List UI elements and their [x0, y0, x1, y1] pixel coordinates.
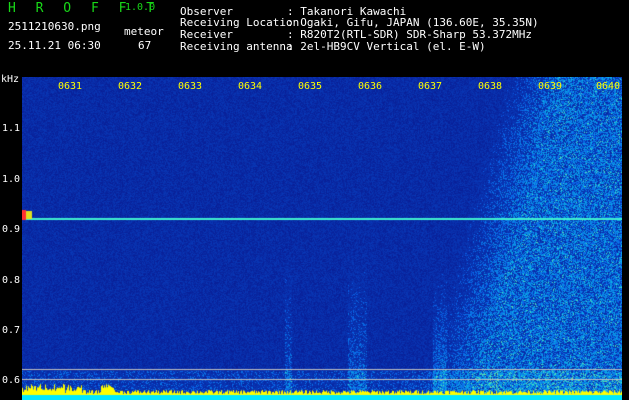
- x-tick-0631: 0631: [58, 81, 83, 92]
- antenna-value: : 2el-HB9CV Vertical (el. E-W): [287, 40, 486, 53]
- meteor-count: 67: [138, 39, 152, 52]
- app-version: 1.0.0: [125, 2, 156, 13]
- file-name: 2511210630.png: [8, 20, 101, 33]
- spectrogram: [22, 77, 622, 400]
- antenna-label: Receiving antenna: [180, 40, 293, 53]
- x-tick-0637: 0637: [418, 81, 443, 92]
- x-tick-0634: 0634: [238, 81, 263, 92]
- receiver-value: : R820T2(RTL-SDR) SDR-Sharp 53.372MHz: [287, 28, 533, 41]
- x-tick-0635: 0635: [298, 81, 323, 92]
- x-tick-0638: 0638: [478, 81, 503, 92]
- y-label-0-9: 0.9: [2, 224, 21, 235]
- y-label-0-8: 0.8: [2, 275, 21, 286]
- y-label-0-7: 0.7: [2, 325, 21, 336]
- meteor-label: meteor: [124, 25, 164, 38]
- x-tick-0633: 0633: [178, 81, 203, 92]
- location-value: : Ogaki, Gifu, JAPAN (136.60E, 35.35N): [287, 16, 539, 29]
- y-label-1-1: 1.1: [2, 123, 21, 134]
- x-tick-0639: 0639: [538, 81, 563, 92]
- x-tick-0636: 0636: [358, 81, 383, 92]
- y-label-0-6: 0.6: [2, 375, 21, 386]
- hrofft-screen: H R O F F T 1.0.0 2511210630.png 25.11.2…: [0, 0, 629, 400]
- x-tick-0640: 0640: [596, 81, 621, 92]
- capture-datetime: 25.11.21 06:30: [8, 39, 101, 52]
- y-label-1-0: 1.0: [2, 174, 21, 185]
- receiver-label: Receiver: [180, 28, 233, 41]
- x-tick-0632: 0632: [118, 81, 143, 92]
- location-label: Receiving Location: [180, 16, 300, 29]
- axis-unit-label: kHz: [1, 74, 20, 85]
